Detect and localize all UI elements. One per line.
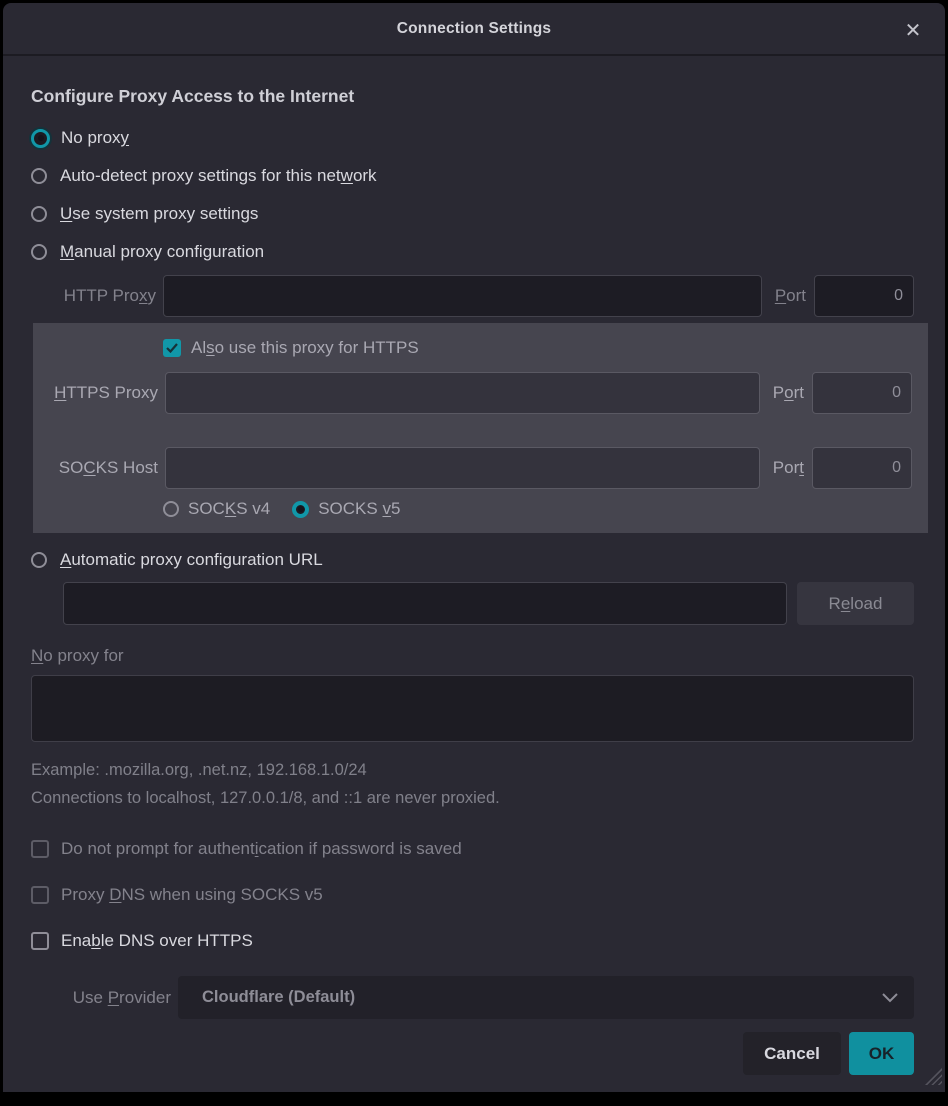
radio-socks-v5[interactable]: SOCKS v5: [292, 499, 400, 519]
no-prompt-auth-label: Do not prompt for authentication if pass…: [61, 839, 462, 859]
provider-value: Cloudflare (Default): [202, 988, 355, 1007]
no-proxy-example-hint: Example: .mozilla.org, .net.nz, 192.168.…: [31, 761, 914, 780]
https-proxy-label: HTTPS Proxy: [33, 383, 165, 403]
dialog-titlebar: Connection Settings ✕: [3, 3, 945, 56]
provider-dropdown[interactable]: Cloudflare (Default): [178, 976, 914, 1019]
auto-url-input[interactable]: [63, 582, 787, 625]
socks-host-label: SOCKS Host: [33, 458, 165, 478]
chevron-down-icon: [882, 993, 898, 1003]
resize-grip[interactable]: [925, 1068, 942, 1085]
provider-row: Use Provider Cloudflare (Default): [31, 976, 914, 1019]
radio-icon[interactable]: [163, 501, 179, 517]
no-proxy-for-textarea[interactable]: [31, 675, 914, 742]
radio-icon[interactable]: [31, 206, 47, 222]
checkbox-checked-icon[interactable]: [163, 339, 181, 357]
http-proxy-label: HTTP Proxy: [31, 286, 163, 306]
https-socks-section: Also use this proxy for HTTPS HTTPS Prox…: [33, 323, 928, 533]
socks-host-input[interactable]: [165, 447, 760, 489]
https-port-input[interactable]: [812, 372, 912, 414]
socks-host-row: SOCKS Host Port: [33, 446, 912, 489]
checkmark-icon: [166, 343, 178, 353]
radio-no-proxy-label: No proxy: [61, 128, 129, 148]
page-title: Configure Proxy Access to the Internet: [31, 86, 914, 107]
http-port-input[interactable]: [814, 275, 914, 317]
radio-socks-v4[interactable]: SOCKS v4: [163, 499, 270, 519]
radio-manual-proxy[interactable]: Manual proxy configuration: [31, 233, 914, 271]
radio-icon[interactable]: [31, 552, 47, 568]
checkbox-no-prompt-auth[interactable]: Do not prompt for authentication if pass…: [31, 832, 914, 866]
reload-button[interactable]: Reload: [797, 582, 914, 625]
auto-url-row: Reload: [31, 582, 914, 625]
also-use-https-label: Also use this proxy for HTTPS: [191, 338, 419, 358]
also-use-https-checkbox-row[interactable]: Also use this proxy for HTTPS: [33, 331, 912, 365]
options-section: Do not prompt for authentication if pass…: [31, 832, 914, 970]
radio-no-proxy[interactable]: No proxy: [31, 119, 914, 157]
radio-manual-proxy-label: Manual proxy configuration: [60, 242, 264, 262]
socks-v5-label: SOCKS v5: [318, 499, 400, 519]
radio-icon[interactable]: [31, 244, 47, 260]
cancel-button[interactable]: Cancel: [743, 1032, 841, 1075]
use-provider-label: Use Provider: [31, 988, 178, 1008]
checkbox-icon[interactable]: [31, 840, 49, 858]
radio-auto-detect[interactable]: Auto-detect proxy settings for this netw…: [31, 157, 914, 195]
ok-button[interactable]: OK: [849, 1032, 914, 1075]
dialog-buttons: Cancel OK: [31, 1032, 914, 1075]
close-icon[interactable]: ✕: [900, 17, 926, 43]
http-proxy-input[interactable]: [163, 275, 762, 317]
no-proxy-for-label: No proxy for: [31, 646, 914, 666]
socks-port-input[interactable]: [812, 447, 912, 489]
connection-settings-dialog: Connection Settings ✕ Configure Proxy Ac…: [3, 3, 945, 1092]
radio-system-proxy[interactable]: Use system proxy settings: [31, 195, 914, 233]
dialog-title: Connection Settings: [397, 20, 552, 38]
http-port-label: Port: [775, 286, 806, 306]
checkbox-icon[interactable]: [31, 886, 49, 904]
enable-doh-label: Enable DNS over HTTPS: [61, 931, 253, 951]
socks-port-label: Port: [773, 458, 804, 478]
socks-version-radios: SOCKS v4 SOCKS v5: [33, 499, 912, 519]
radio-auto-url[interactable]: Automatic proxy configuration URL: [31, 541, 914, 579]
http-proxy-row: HTTP Proxy Port: [31, 274, 914, 317]
radio-selected-icon[interactable]: [31, 129, 50, 148]
localhost-hint: Connections to localhost, 127.0.0.1/8, a…: [31, 789, 914, 808]
https-proxy-row: HTTPS Proxy Port: [33, 371, 912, 414]
radio-icon[interactable]: [31, 168, 47, 184]
socks-v4-label: SOCKS v4: [188, 499, 270, 519]
https-port-label: Port: [773, 383, 804, 403]
https-proxy-input[interactable]: [165, 372, 760, 414]
proxy-dns-label: Proxy DNS when using SOCKS v5: [61, 885, 323, 905]
checkbox-icon[interactable]: [31, 932, 49, 950]
checkbox-enable-doh[interactable]: Enable DNS over HTTPS: [31, 924, 914, 958]
radio-system-proxy-label: Use system proxy settings: [60, 204, 258, 224]
radio-auto-detect-label: Auto-detect proxy settings for this netw…: [60, 166, 377, 186]
checkbox-proxy-dns[interactable]: Proxy DNS when using SOCKS v5: [31, 878, 914, 912]
dialog-content: Configure Proxy Access to the Internet N…: [3, 56, 945, 1092]
auto-url-label: Automatic proxy configuration URL: [60, 550, 323, 570]
radio-selected-icon[interactable]: [292, 501, 309, 518]
